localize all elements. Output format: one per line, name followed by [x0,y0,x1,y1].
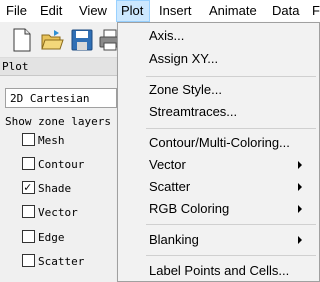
checkbox-box[interactable] [22,230,35,243]
layer-label: Scatter [38,255,85,268]
submenu-arrow-icon [298,205,302,213]
menu-item-blanking[interactable]: Blanking [118,229,319,251]
menu-item-vector[interactable]: Vector [118,154,319,176]
menu-item-label: Streamtraces... [149,104,238,119]
panel-title: Plot [2,60,29,73]
panel-title-bar: Plot [0,58,120,76]
plot-menu-dropdown: Axis... Assign XY... Zone Style... Strea… [117,22,320,282]
zone-layers-label: Show zone layers [5,115,111,128]
menu-edit[interactable]: Edit [40,0,62,22]
plot-side-panel: Plot 2D Cartesian Show zone layers Mesh … [0,58,120,282]
menu-file[interactable]: File [6,0,27,22]
menu-animate[interactable]: Animate [209,0,257,22]
menu-item-label: Scatter [149,179,191,194]
submenu-arrow-icon [298,161,302,169]
menu-truncated[interactable]: F [312,0,320,22]
checkmark-icon: ✓ [24,180,32,194]
menu-separator [146,76,316,77]
checkbox-box[interactable] [22,133,35,146]
submenu-arrow-icon [298,236,302,244]
frame-mode-value: 2D Cartesian [10,92,90,105]
menu-item-label: RGB Coloring [149,201,230,216]
menu-view[interactable]: View [79,0,107,22]
layer-label: Mesh [38,134,65,147]
menu-insert[interactable]: Insert [159,0,192,22]
menu-item-rgb-coloring[interactable]: RGB Coloring [118,198,319,220]
menu-item-label: Assign XY... [149,51,219,66]
menu-item-label: Axis... [149,28,185,43]
checkbox-box[interactable]: ✓ [22,180,35,194]
menu-separator [146,255,316,256]
menu-separator [146,224,316,225]
menu-item-label: Blanking [149,232,199,247]
menu-item-axis[interactable]: Axis... [118,25,319,47]
menu-plot[interactable]: Plot [116,0,150,22]
toolbar [0,22,121,58]
checkbox-box[interactable] [22,157,35,170]
checkbox-box[interactable] [22,254,35,267]
menu-item-scatter[interactable]: Scatter [118,176,319,198]
menu-item-label: Label Points and Cells... [149,263,290,278]
menu-separator [146,128,316,129]
open-folder-icon[interactable] [40,27,64,53]
menu-item-zone-style[interactable]: Zone Style... [118,79,319,101]
save-icon[interactable] [70,27,94,53]
checkbox-box[interactable] [22,205,35,218]
menu-item-label: Zone Style... [149,82,222,97]
layer-label: Edge [38,231,65,244]
menu-item-label-points-and-cells[interactable]: Label Points and Cells... [118,260,319,282]
menu-data[interactable]: Data [272,0,299,22]
menu-item-label: Contour/Multi-Coloring... [149,135,290,150]
layer-label: Shade [38,182,72,195]
frame-mode-select[interactable]: 2D Cartesian [5,88,117,108]
menu-bar: File Edit View Plot Insert Animate Data … [0,0,320,22]
menu-item-assign-xy[interactable]: Assign XY... [118,48,319,70]
new-document-icon[interactable] [10,27,34,53]
menu-item-label: Vector [149,157,186,172]
menu-item-streamtraces[interactable]: Streamtraces... [118,101,319,123]
submenu-arrow-icon [298,183,302,191]
layer-label: Contour [38,158,85,171]
menu-item-contour-multi-coloring[interactable]: Contour/Multi-Coloring... [118,132,319,154]
layer-label: Vector [38,206,78,219]
